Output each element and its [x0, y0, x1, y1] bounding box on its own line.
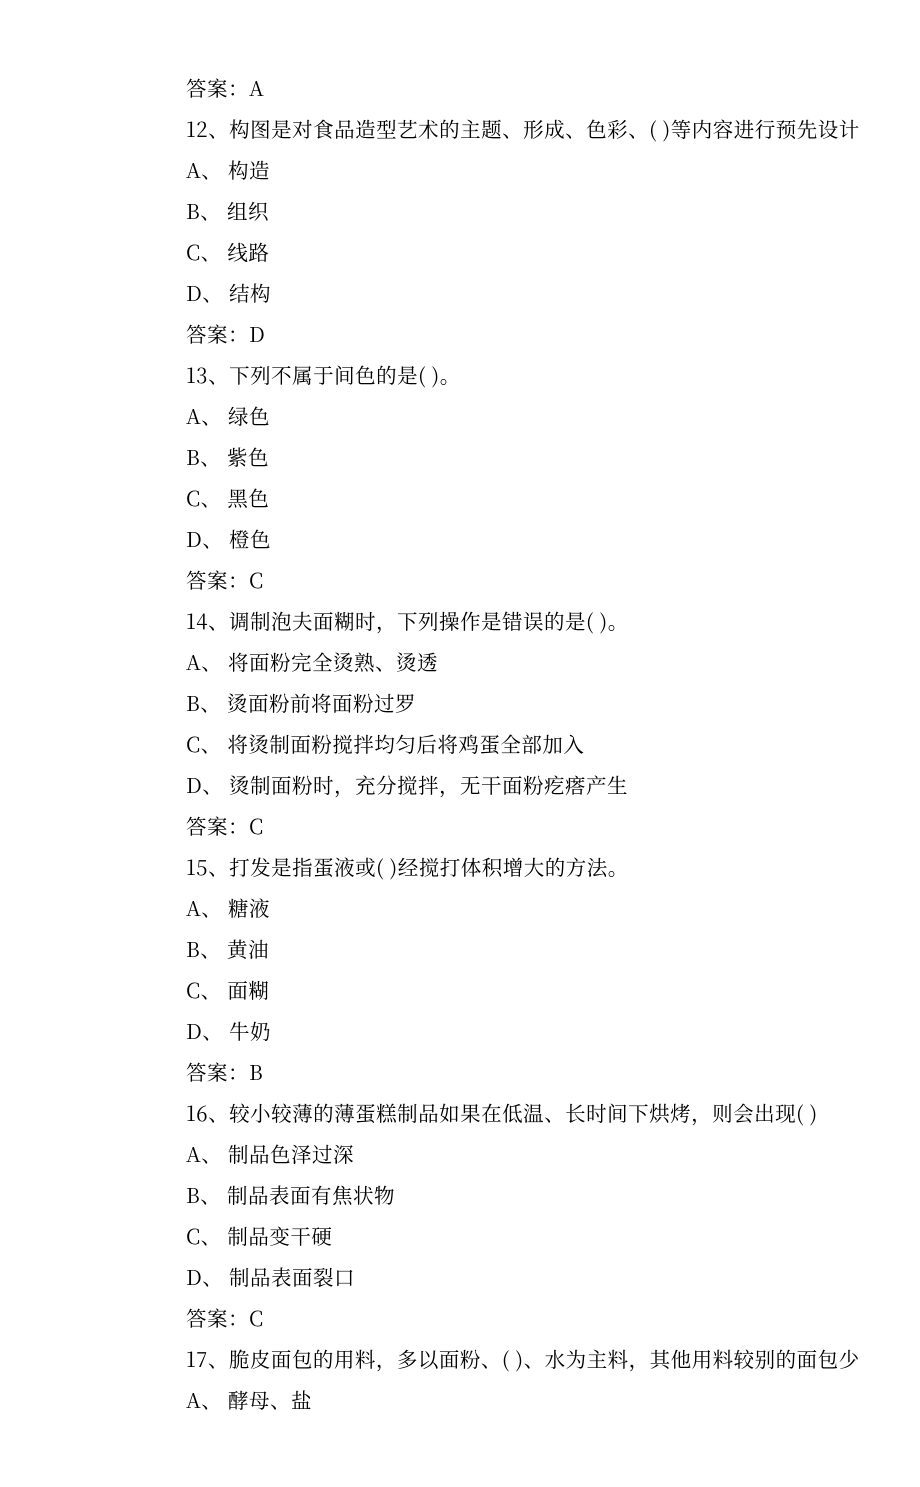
text-line: 答案：C [186, 805, 866, 846]
text-line: C、 黑色 [186, 477, 866, 518]
text-line: 答案：D [186, 313, 866, 354]
text-line: 15、打发是指蛋液或( )经搅打体积增大的方法。 [186, 846, 866, 887]
text-line: 13、下列不属于间色的是( )。 [186, 354, 866, 395]
text-line: D、 烫制面粉时，充分搅拌，无干面粉疙瘩产生 [186, 764, 866, 805]
text-line: C、 面糊 [186, 969, 866, 1010]
text-line: 16、较小较薄的薄蛋糕制品如果在低温、长时间下烘烤，则会出现( ) [186, 1092, 866, 1133]
text-line: D、 橙色 [186, 518, 866, 559]
text-line: B、 组织 [186, 190, 866, 231]
text-line: A、 将面粉完全烫熟、烫透 [186, 641, 866, 682]
text-line: 答案：B [186, 1051, 866, 1092]
text-line: B、 制品表面有焦状物 [186, 1174, 866, 1215]
text-line: A、 构造 [186, 149, 866, 190]
text-line: C、 将烫制面粉搅拌均匀后将鸡蛋全部加入 [186, 723, 866, 764]
text-line: 答案：C [186, 559, 866, 600]
text-line: A、 酵母、盐 [186, 1379, 866, 1420]
text-line: 14、调制泡夫面糊时，下列操作是错误的是( )。 [186, 600, 866, 641]
text-line: D、 结构 [186, 272, 866, 313]
text-line: C、 线路 [186, 231, 866, 272]
text-line: A、 绿色 [186, 395, 866, 436]
text-line: 17、脆皮面包的用料，多以面粉、( )、水为主料，其他用料较别的面包少 [186, 1338, 866, 1379]
text-line: A、 制品色泽过深 [186, 1133, 866, 1174]
text-line: B、 烫面粉前将面粉过罗 [186, 682, 866, 723]
text-line: B、 紫色 [186, 436, 866, 477]
text-line: D、 牛奶 [186, 1010, 866, 1051]
text-line: D、 制品表面裂口 [186, 1256, 866, 1297]
text-line: 答案：C [186, 1297, 866, 1338]
document-body: 答案：A12、构图是对食品造型艺术的主题、形成、色彩、( )等内容进行预先设计A… [186, 67, 866, 1420]
text-line: B、 黄油 [186, 928, 866, 969]
text-line: A、 糖液 [186, 887, 866, 928]
text-line: 答案：A [186, 67, 866, 108]
text-line: 12、构图是对食品造型艺术的主题、形成、色彩、( )等内容进行预先设计 [186, 108, 866, 149]
text-line: C、 制品变干硬 [186, 1215, 866, 1256]
